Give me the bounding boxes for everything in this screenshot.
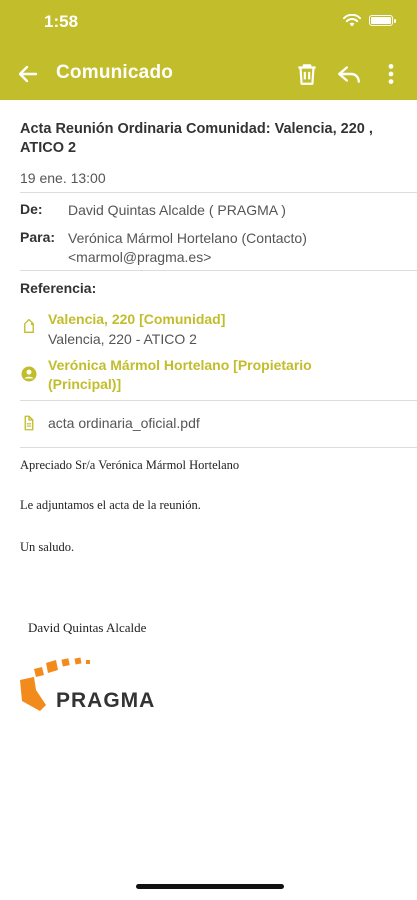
back-arrow-icon[interactable] bbox=[16, 62, 40, 86]
message-date: 19 ene. 13:00 bbox=[20, 170, 106, 186]
wifi-icon bbox=[343, 14, 361, 27]
divider bbox=[20, 447, 417, 448]
body-line: Le adjuntamos el acta de la reunión. bbox=[20, 498, 201, 512]
home-indicator[interactable] bbox=[136, 884, 284, 889]
divider bbox=[20, 400, 417, 401]
status-icons bbox=[343, 14, 396, 27]
logo-text: PRAGMA bbox=[56, 689, 155, 712]
trash-icon[interactable] bbox=[294, 61, 320, 87]
pragma-logo: PRAGMA bbox=[20, 657, 155, 712]
from-label: De: bbox=[20, 201, 43, 217]
page-title: Comunicado bbox=[56, 62, 174, 83]
message-subject: Acta Reunión Ordinaria Comunidad: Valenc… bbox=[20, 121, 373, 156]
reference-subtitle: Valencia, 220 - ATICO 2 bbox=[48, 331, 197, 347]
from-value[interactable]: David Quintas Alcalde ( PRAGMA ) bbox=[68, 201, 286, 220]
reference-title[interactable]: Verónica Mármol Hortelano [Propietario (… bbox=[48, 356, 348, 394]
body-greeting: Apreciado Sr/a Verónica Mármol Hortelano bbox=[20, 458, 240, 472]
to-value[interactable]: Verónica Mármol Hortelano (Contacto) <ma… bbox=[68, 229, 368, 267]
more-options-icon[interactable] bbox=[378, 61, 404, 87]
attachment-name[interactable]: acta ordinaria_oficial.pdf bbox=[48, 415, 200, 431]
status-time: 1:58 bbox=[44, 12, 79, 31]
battery-icon bbox=[369, 15, 396, 26]
person-icon bbox=[21, 366, 37, 382]
to-label: Para: bbox=[20, 229, 56, 245]
tag-icon bbox=[24, 318, 34, 333]
body-closing: Un saludo. bbox=[20, 540, 75, 554]
reference-title[interactable]: Valencia, 220 [Comunidad] bbox=[48, 310, 388, 329]
toolbar: Comunicado bbox=[0, 52, 417, 96]
app-header: 1:58 Comunicado bbox=[0, 0, 417, 100]
divider bbox=[20, 192, 417, 193]
reference-label: Referencia: bbox=[20, 280, 97, 296]
divider bbox=[20, 270, 417, 271]
signature: David Quintas Alcalde bbox=[28, 620, 147, 635]
reply-icon[interactable] bbox=[336, 61, 362, 87]
attachment-icon bbox=[24, 415, 34, 431]
